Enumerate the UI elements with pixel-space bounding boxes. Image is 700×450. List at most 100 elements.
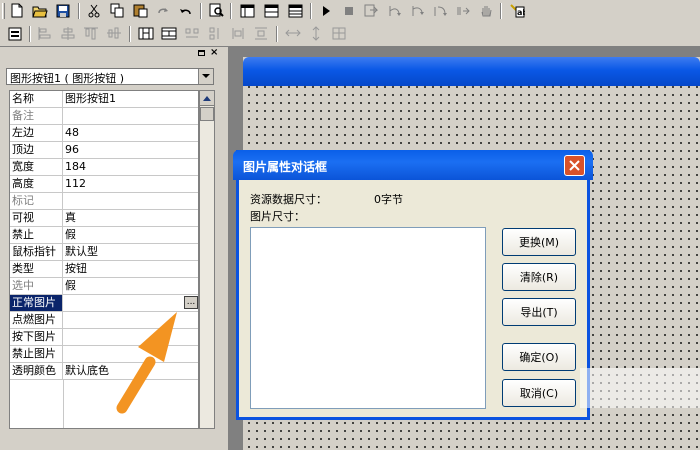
property-name: 类型	[10, 261, 63, 277]
toolbar-separator	[310, 3, 312, 19]
toolbar-separator	[29, 26, 31, 42]
scroll-up-icon[interactable]	[200, 91, 214, 106]
step-2-icon[interactable]	[385, 2, 403, 19]
property-scrollbar[interactable]	[199, 90, 215, 429]
property-row[interactable]: 名称 图形按钮1	[10, 91, 198, 108]
toolbar-separator	[276, 26, 278, 42]
property-row[interactable]: 宽度 184	[10, 159, 198, 176]
align-center-icon[interactable]	[59, 25, 77, 42]
export-button[interactable]: 导出(T)	[502, 298, 576, 326]
form-icon[interactable]	[6, 25, 24, 42]
property-row[interactable]: 左边 48	[10, 125, 198, 142]
copy-icon[interactable]	[108, 2, 126, 19]
hand-icon[interactable]	[477, 2, 495, 19]
ok-button[interactable]: 确定(O)	[502, 343, 576, 371]
property-name: 按下图片	[10, 329, 63, 345]
image-size-label: 图片尺寸：	[250, 210, 305, 223]
replace-button[interactable]: 更换(M)	[502, 228, 576, 256]
standard-toolbar: ab	[0, 0, 700, 23]
redo-icon[interactable]	[154, 2, 172, 19]
property-value[interactable]: 按钮	[65, 261, 87, 277]
step-1-icon[interactable]	[362, 2, 380, 19]
space-h-icon[interactable]	[183, 25, 201, 42]
property-name: 鼠标指针	[10, 244, 63, 260]
undo-icon[interactable]	[177, 2, 195, 19]
align-left-icon[interactable]	[36, 25, 54, 42]
property-value[interactable]: 假	[65, 278, 76, 294]
cut-icon[interactable]	[85, 2, 103, 19]
toolbar-separator	[129, 26, 131, 42]
toolbar-separator	[230, 3, 232, 19]
close-panel-icon[interactable]: ×	[210, 47, 218, 58]
chevron-down-icon[interactable]	[198, 69, 213, 84]
property-name: 高度	[10, 176, 63, 192]
object-selector-value: 图形按钮1 ( 图形按钮 )	[10, 72, 125, 85]
property-row[interactable]: 顶边 96	[10, 142, 198, 159]
property-value[interactable]: 184	[65, 159, 86, 175]
spread-h-icon[interactable]	[284, 25, 302, 42]
step-5-icon[interactable]	[454, 2, 472, 19]
property-row[interactable]: 鼠标指针 默认型	[10, 244, 198, 261]
resource-size-value: 0字节	[374, 193, 403, 206]
property-name: 名称	[10, 91, 63, 107]
restore-icon[interactable]	[198, 50, 205, 56]
paste-icon[interactable]	[131, 2, 149, 19]
run-icon[interactable]	[317, 2, 335, 19]
clear-button[interactable]: 清除(R)	[502, 263, 576, 291]
property-row[interactable]: 高度 112	[10, 176, 198, 193]
cancel-button[interactable]: 取消(C)	[502, 379, 576, 407]
center-v-icon[interactable]	[252, 25, 270, 42]
property-name: 备注	[10, 108, 63, 124]
property-row[interactable]: 备注	[10, 108, 198, 125]
property-row[interactable]: 类型 按钮	[10, 261, 198, 278]
step-4-icon[interactable]	[431, 2, 449, 19]
property-row[interactable]: 禁止假	[10, 227, 198, 244]
property-name: 禁止图片	[10, 346, 63, 362]
spread-v-icon[interactable]	[307, 25, 325, 42]
new-file-icon[interactable]	[8, 2, 26, 19]
toolbar-grip[interactable]	[2, 3, 5, 19]
property-row[interactable]: 可视真	[10, 210, 198, 227]
annotation-arrow-icon	[116, 312, 177, 414]
step-3-icon[interactable]	[408, 2, 426, 19]
layout-2-icon[interactable]	[262, 2, 280, 19]
property-value[interactable]: 图形按钮1	[65, 91, 116, 107]
center-h-icon[interactable]	[229, 25, 247, 42]
property-value[interactable]: 真	[65, 210, 76, 226]
property-name: 禁止	[10, 227, 63, 243]
debug-icon[interactable]: ab	[508, 2, 526, 19]
property-name: 左边	[10, 125, 63, 141]
property-row[interactable]: 选中假	[10, 278, 198, 295]
object-selector[interactable]: 图形按钮1 ( 图形按钮 )	[6, 68, 214, 85]
align-middle-icon[interactable]	[105, 25, 123, 42]
grid-icon[interactable]	[330, 25, 348, 42]
property-value[interactable]: 112	[65, 176, 86, 192]
find-icon[interactable]	[207, 2, 225, 19]
property-name: 选中	[10, 278, 63, 294]
open-folder-icon[interactable]	[31, 2, 49, 19]
property-value[interactable]: 96	[65, 142, 79, 158]
same-width-icon[interactable]	[137, 25, 155, 42]
layout-3-icon[interactable]	[286, 2, 304, 19]
toolbar-separator	[78, 3, 80, 19]
property-value[interactable]: 默认型	[65, 244, 98, 260]
property-value[interactable]: 假	[65, 227, 76, 243]
property-name: 标记	[10, 193, 63, 209]
image-preview	[250, 227, 486, 409]
close-icon[interactable]	[564, 155, 585, 176]
property-value[interactable]: 48	[65, 125, 79, 141]
property-name: 可视	[10, 210, 63, 226]
same-height-icon[interactable]	[160, 25, 178, 42]
layout-1-icon[interactable]	[238, 2, 256, 19]
resource-size-label: 资源数据尺寸：	[250, 193, 327, 206]
space-v-icon[interactable]	[206, 25, 224, 42]
property-name: 宽度	[10, 159, 63, 175]
save-icon[interactable]	[54, 2, 72, 19]
dialog-titlebar: 图片属性对话框	[233, 150, 593, 180]
property-name: 正常图片	[10, 295, 63, 311]
stop-icon[interactable]	[340, 2, 358, 19]
align-top-icon[interactable]	[82, 25, 100, 42]
property-row[interactable]: 标记	[10, 193, 198, 210]
panel-header: ×	[0, 47, 228, 61]
scroll-thumb[interactable]	[200, 107, 214, 121]
